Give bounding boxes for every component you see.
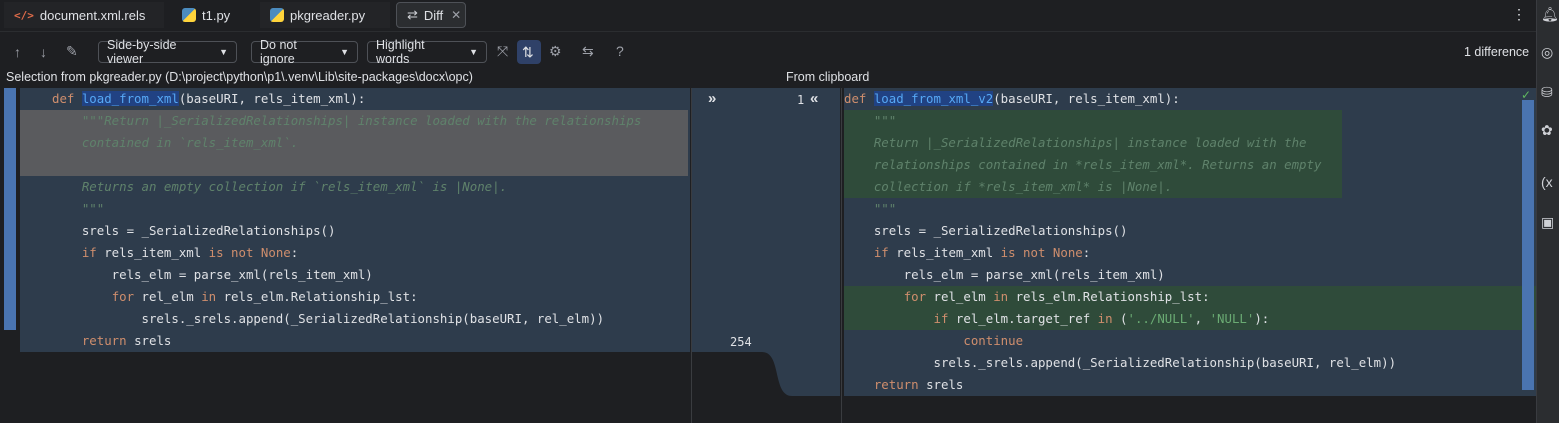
code-line: rels_elm = parse_xml(rels_item_xml) bbox=[844, 267, 1165, 282]
python-file-icon bbox=[182, 8, 196, 22]
code-line: relationships contained in *rels_item_xm… bbox=[844, 157, 1322, 172]
code-line: collection if *rels_item_xml* is |None|. bbox=[844, 179, 1173, 194]
sync-scroll-icon: ⇅ bbox=[522, 44, 534, 60]
more-options-icon[interactable]: ⋮ bbox=[1512, 6, 1526, 23]
code-line: if rels_item_xml is not None: bbox=[873, 245, 1091, 260]
fn-name: load_from_xml_v2 bbox=[873, 91, 994, 106]
documentation-icon[interactable]: ▣ bbox=[1541, 214, 1554, 231]
chevron-down-icon: ▼ bbox=[340, 47, 349, 57]
tab-label: Diff bbox=[423, 7, 444, 23]
tab-t1-py[interactable]: t1.py bbox=[172, 2, 252, 28]
code-line: return srels bbox=[873, 377, 964, 392]
line-number-start: 1 bbox=[797, 93, 805, 107]
diff-icon: ⇄ bbox=[407, 7, 418, 22]
help-icon[interactable]: ? bbox=[616, 43, 624, 59]
tab-pkgreader-py[interactable]: pkgreader.py bbox=[260, 2, 390, 28]
swap-sides-icon[interactable]: ⇆ bbox=[582, 43, 594, 60]
code-line: for rel_elm in rels_elm.Relationship_lst… bbox=[111, 289, 418, 304]
previous-difference-icon[interactable]: ↑ bbox=[14, 44, 21, 60]
python-file-icon bbox=[270, 8, 284, 22]
chevron-down-icon: ▼ bbox=[219, 47, 228, 57]
collapse-unchanged-icon[interactable]: ⤧ bbox=[497, 43, 508, 60]
plugin-icon[interactable]: ✿ bbox=[1541, 122, 1553, 139]
code-line: for rel_elm in rels_elm.Relationship_lst… bbox=[903, 289, 1210, 304]
code-line: srels = _SerializedRelationships() bbox=[844, 223, 1128, 238]
tab-label: document.xml.rels bbox=[39, 7, 146, 23]
line-number-end: 254 bbox=[730, 335, 752, 349]
apply-change-left-icon[interactable]: « bbox=[810, 90, 818, 107]
apply-change-right-icon[interactable]: » bbox=[708, 90, 716, 107]
close-icon[interactable]: ✕ bbox=[451, 8, 461, 22]
difference-count: 1 difference bbox=[1464, 45, 1530, 59]
tab-diff[interactable]: ⇄ Diff ✕ bbox=[396, 2, 466, 28]
next-difference-icon[interactable]: ↓ bbox=[40, 44, 47, 60]
code-line: def load_from_xml(baseURI, rels_item_xml… bbox=[52, 91, 366, 106]
code-line: """ bbox=[844, 113, 897, 128]
database-icon[interactable]: ⛁ bbox=[1541, 84, 1553, 101]
code-text: (baseURI, rels_item_xml): bbox=[178, 91, 366, 106]
code-line: if rels_item_xml is not None: bbox=[81, 245, 299, 260]
code-line: srels._srels.append(_SerializedRelations… bbox=[844, 355, 1397, 370]
code-line: """Return |_SerializedRelationships| ins… bbox=[52, 113, 642, 128]
code-line: """ bbox=[844, 201, 897, 216]
notifications-icon[interactable]: 🔔︎ bbox=[1541, 6, 1559, 23]
divider bbox=[841, 88, 842, 423]
code-line: srels = _SerializedRelationships() bbox=[52, 223, 336, 238]
xml-file-icon: </> bbox=[14, 8, 34, 22]
ai-assistant-icon[interactable]: ◎ bbox=[1541, 44, 1553, 61]
diff-gutter bbox=[692, 88, 840, 352]
tab-label: t1.py bbox=[202, 7, 231, 23]
highlight-words-dropdown[interactable]: Highlight words ▼ bbox=[367, 38, 487, 66]
edit-pencil-icon[interactable]: ✎ bbox=[66, 43, 78, 60]
code-line: contained in `rels_item_xml`. bbox=[52, 135, 299, 150]
code-line: rels_elm = parse_xml(rels_item_xml) bbox=[52, 267, 373, 282]
left-change-marker bbox=[4, 88, 16, 330]
code-line: srels._srels.append(_SerializedRelations… bbox=[52, 311, 605, 326]
chevron-down-icon: ▼ bbox=[469, 47, 478, 57]
code-line: continue bbox=[844, 333, 1024, 348]
ignore-whitespace-label: Do not ignore bbox=[260, 38, 297, 66]
variables-icon[interactable]: (x bbox=[1541, 174, 1553, 190]
diff-connector-shape bbox=[692, 352, 840, 396]
right-tool-strip: 🔔︎ ◎ ⛁ ✿ (x ▣ bbox=[1536, 0, 1559, 423]
right-pane-header: From clipboard bbox=[786, 70, 870, 84]
code-line: def load_from_xml_v2(baseURI, rels_item_… bbox=[844, 91, 1180, 106]
code-line: Returns an empty collection if `rels_ite… bbox=[52, 179, 508, 194]
ignore-whitespace-dropdown[interactable]: Do not ignore ▼ bbox=[251, 38, 358, 66]
settings-gear-icon[interactable]: ⚙ bbox=[549, 43, 562, 60]
tab-document-xml-rels[interactable]: </> document.xml.rels bbox=[4, 2, 164, 28]
highlight-words-label: Highlight words bbox=[376, 38, 425, 66]
code-line: if rel_elm.target_ref in ('../NULL', 'NU… bbox=[933, 311, 1270, 326]
check-icon: ✓ bbox=[1521, 88, 1532, 102]
code-line: return srels bbox=[81, 333, 172, 348]
tab-label: pkgreader.py bbox=[290, 7, 366, 23]
fn-name: load_from_xml bbox=[81, 91, 179, 106]
editor-tab-bar: </> document.xml.rels t1.py pkgreader.py… bbox=[0, 0, 1536, 32]
right-scrollbar-thumb[interactable] bbox=[1522, 100, 1534, 390]
code-line: """ bbox=[52, 201, 105, 216]
code-line: Return |_SerializedRelationships| instan… bbox=[844, 135, 1307, 150]
left-pane-header: Selection from pkgreader.py (D:\project\… bbox=[6, 70, 473, 84]
viewer-mode-dropdown[interactable]: Side-by-side viewer ▼ bbox=[98, 38, 237, 66]
viewer-mode-label: Side-by-side viewer bbox=[107, 38, 177, 66]
